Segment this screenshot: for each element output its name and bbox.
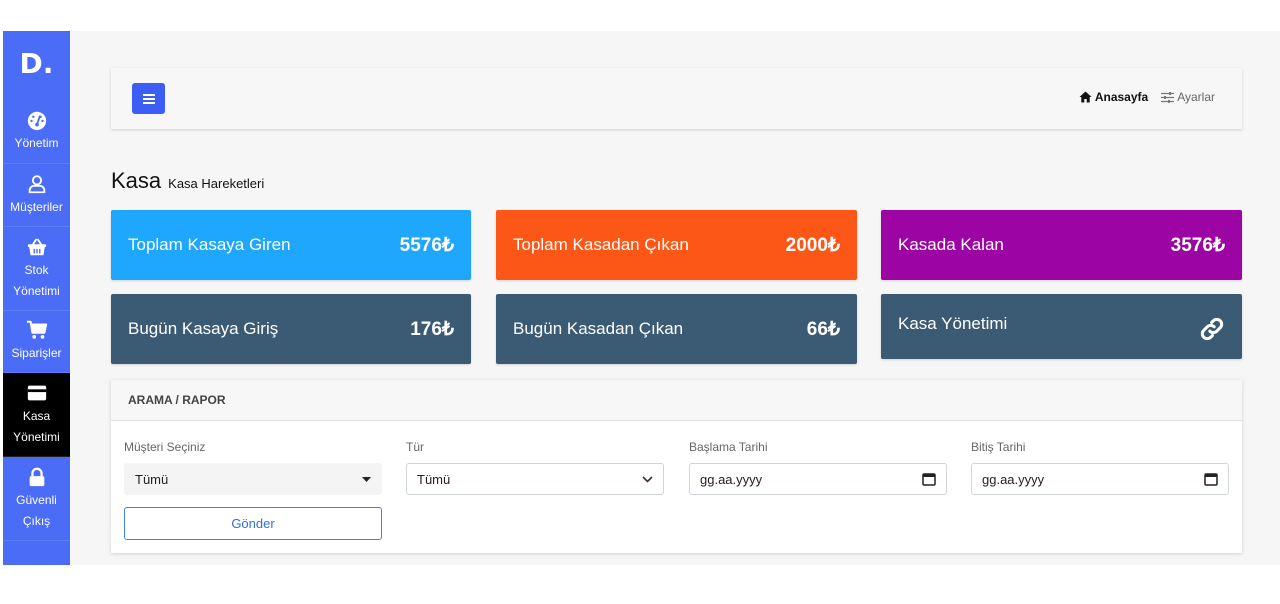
sidebar-item-label: Müşteriler: [10, 199, 63, 214]
basket-icon: [27, 238, 46, 255]
link-icon: [1200, 317, 1224, 341]
stat-card-today-in: Bugün Kasaya Giriş 176₺: [111, 294, 471, 364]
submit-button[interactable]: Gönder: [124, 507, 382, 540]
stat-card-today-out: Bugün Kasadan Çıkan 66₺: [496, 294, 857, 364]
app-frame: D. Yönetim Müşteriler Stok Yönetimi Sipa…: [3, 31, 1280, 565]
stat-card-label: Kasa Yönetimi: [898, 314, 1008, 333]
start-date-input[interactable]: gg.aa.yyyy: [689, 463, 947, 495]
sidebar-item-label: Siparişler: [11, 346, 62, 360]
sidebar-item-label: Yönetim: [14, 135, 59, 150]
stat-card-label: Toplam Kasadan Çıkan: [513, 235, 689, 254]
stat-card-label: Kasada Kalan: [898, 235, 1004, 254]
start-date-label: Başlama Tarihi: [689, 440, 768, 454]
sidebar-item-musteriler[interactable]: Müşteriler: [3, 164, 70, 227]
sidebar: D. Yönetim Müşteriler Stok Yönetimi Sipa…: [3, 31, 70, 565]
sidebar-item-stok-yonetimi[interactable]: Stok Yönetimi: [3, 227, 70, 311]
user-icon: [28, 174, 45, 193]
caret-down-icon: [362, 476, 371, 482]
chevron-down-icon: [642, 475, 653, 483]
stat-card-value: 3576₺: [1170, 234, 1225, 256]
credit-card-icon: [27, 385, 46, 400]
type-label: Tür: [406, 440, 424, 454]
stat-card-balance: Kasada Kalan 3576₺: [881, 210, 1242, 280]
stat-card-total-in: Toplam Kasaya Giren 5576₺: [111, 210, 471, 280]
menu-toggle-button[interactable]: [132, 83, 165, 114]
topbar: Anasayfa Ayarlar: [111, 68, 1242, 129]
customer-field: Müşteri Seçiniz Tümü: [124, 440, 382, 495]
stat-card-value: 176₺: [410, 318, 454, 340]
type-field: Tür Tümü: [406, 440, 664, 495]
customer-select[interactable]: Tümü: [124, 463, 382, 495]
home-link[interactable]: Anasayfa: [1079, 90, 1148, 104]
end-date-label: Bitiş Tarihi: [971, 440, 1026, 454]
logo: D.: [19, 46, 54, 80]
main-content: Anasayfa Ayarlar Kasa Kasa Hareketleri T…: [111, 68, 1242, 553]
search-panel-title: ARAMA / RAPOR: [111, 380, 1242, 421]
calendar-icon: [922, 473, 936, 486]
sidebar-item-guvenli-cikis[interactable]: Güvenli Çıkış: [3, 457, 70, 541]
sidebar-item-yonetim[interactable]: Yönetim: [3, 99, 70, 164]
end-date-placeholder: gg.aa.yyyy: [982, 471, 1045, 487]
start-date-field: Başlama Tarihi gg.aa.yyyy: [689, 440, 947, 495]
calendar-icon: [1204, 473, 1218, 486]
settings-link[interactable]: Ayarlar: [1161, 90, 1215, 104]
lock-icon: [29, 467, 44, 486]
sidebar-item-label: Stok Yönetimi: [13, 262, 60, 298]
sidebar-item-label: Kasa Yönetimi: [13, 408, 60, 444]
speedometer-icon: [27, 111, 46, 130]
top-nav: Anasayfa Ayarlar: [1079, 90, 1215, 104]
sidebar-item-label: Güvenli Çıkış: [16, 492, 57, 528]
page-title-main: Kasa: [111, 168, 162, 193]
home-link-label: Anasayfa: [1094, 90, 1149, 104]
search-panel: ARAMA / RAPOR Müşteri Seçiniz Tümü Tür T…: [111, 380, 1242, 553]
page-title: Kasa Kasa Hareketleri: [111, 168, 264, 194]
start-date-placeholder: gg.aa.yyyy: [700, 471, 763, 487]
customer-select-value: Tümü: [135, 471, 169, 487]
stat-card-label: Bugün Kasadan Çıkan: [513, 319, 684, 338]
stat-card-value: 5576₺: [399, 234, 454, 256]
hamburger-icon: [142, 93, 155, 104]
sidebar-item-kasa-yonetimi[interactable]: Kasa Yönetimi: [3, 373, 70, 457]
end-date-field: Bitiş Tarihi gg.aa.yyyy: [971, 440, 1229, 495]
stat-card-value: 66₺: [806, 318, 840, 340]
customer-label: Müşteri Seçiniz: [124, 440, 206, 454]
stat-card-value: 2000₺: [785, 234, 840, 256]
home-icon: [1079, 91, 1092, 103]
stat-card-label: Toplam Kasaya Giren: [128, 235, 291, 254]
kasa-yonetimi-card[interactable]: Kasa Yönetimi: [881, 294, 1242, 359]
stat-card-total-out: Toplam Kasadan Çıkan 2000₺: [496, 210, 857, 280]
cart-icon: [26, 320, 47, 339]
type-select[interactable]: Tümü: [406, 463, 664, 495]
settings-link-label: Ayarlar: [1177, 90, 1215, 104]
page-subtitle: Kasa Hareketleri: [168, 176, 265, 191]
end-date-input[interactable]: gg.aa.yyyy: [971, 463, 1229, 495]
sliders-icon: [1161, 91, 1175, 103]
type-select-value: Tümü: [417, 471, 451, 487]
sidebar-item-siparisler[interactable]: Siparişler: [3, 311, 70, 373]
stat-card-label: Bugün Kasaya Giriş: [128, 319, 279, 338]
